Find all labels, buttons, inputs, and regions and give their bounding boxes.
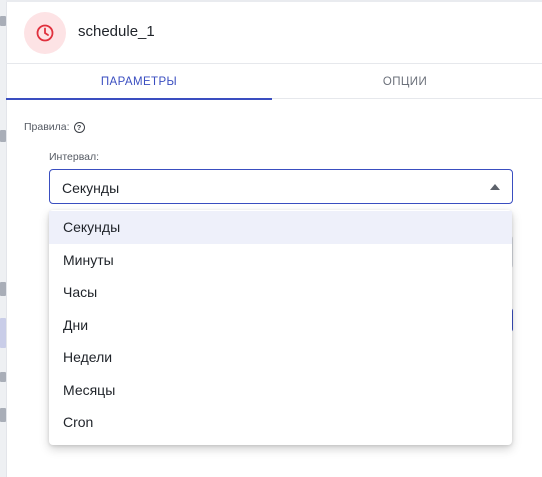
dropdown-option-seconds[interactable]: Секунды — [49, 211, 512, 244]
rules-row: Правила: ? — [24, 121, 85, 133]
dropdown-option-cron[interactable]: Cron — [49, 406, 512, 439]
tab-parameters[interactable]: ПАРАМЕТРЫ — [6, 64, 272, 100]
help-icon[interactable]: ? — [73, 121, 85, 133]
schedule-title: schedule_1 — [78, 23, 155, 40]
dropdown-option-months[interactable]: Месяцы — [49, 374, 512, 407]
dropdown-option-hours[interactable]: Часы — [49, 276, 512, 309]
tab-options[interactable]: ОПЦИИ — [272, 64, 538, 99]
interval-label: Интервал: — [49, 151, 100, 163]
dropdown-option-minutes[interactable]: Минуты — [49, 244, 512, 277]
dropdown-option-weeks[interactable]: Недели — [49, 341, 512, 374]
interval-select[interactable]: Секунды — [49, 169, 513, 204]
tab-bar: ПАРАМЕТРЫ ОПЦИИ — [6, 64, 542, 100]
clock-icon-badge — [24, 12, 66, 54]
interval-select-value: Секунды — [62, 180, 120, 196]
rules-label: Правила: — [24, 121, 70, 133]
clock-icon — [36, 24, 54, 42]
dropdown-option-days[interactable]: Дни — [49, 309, 512, 342]
interval-dropdown-menu: Секунды Минуты Часы Дни Недели Месяцы Cr… — [49, 210, 512, 445]
panel-header: schedule_1 — [6, 2, 542, 64]
caret-up-icon[interactable] — [490, 184, 500, 190]
